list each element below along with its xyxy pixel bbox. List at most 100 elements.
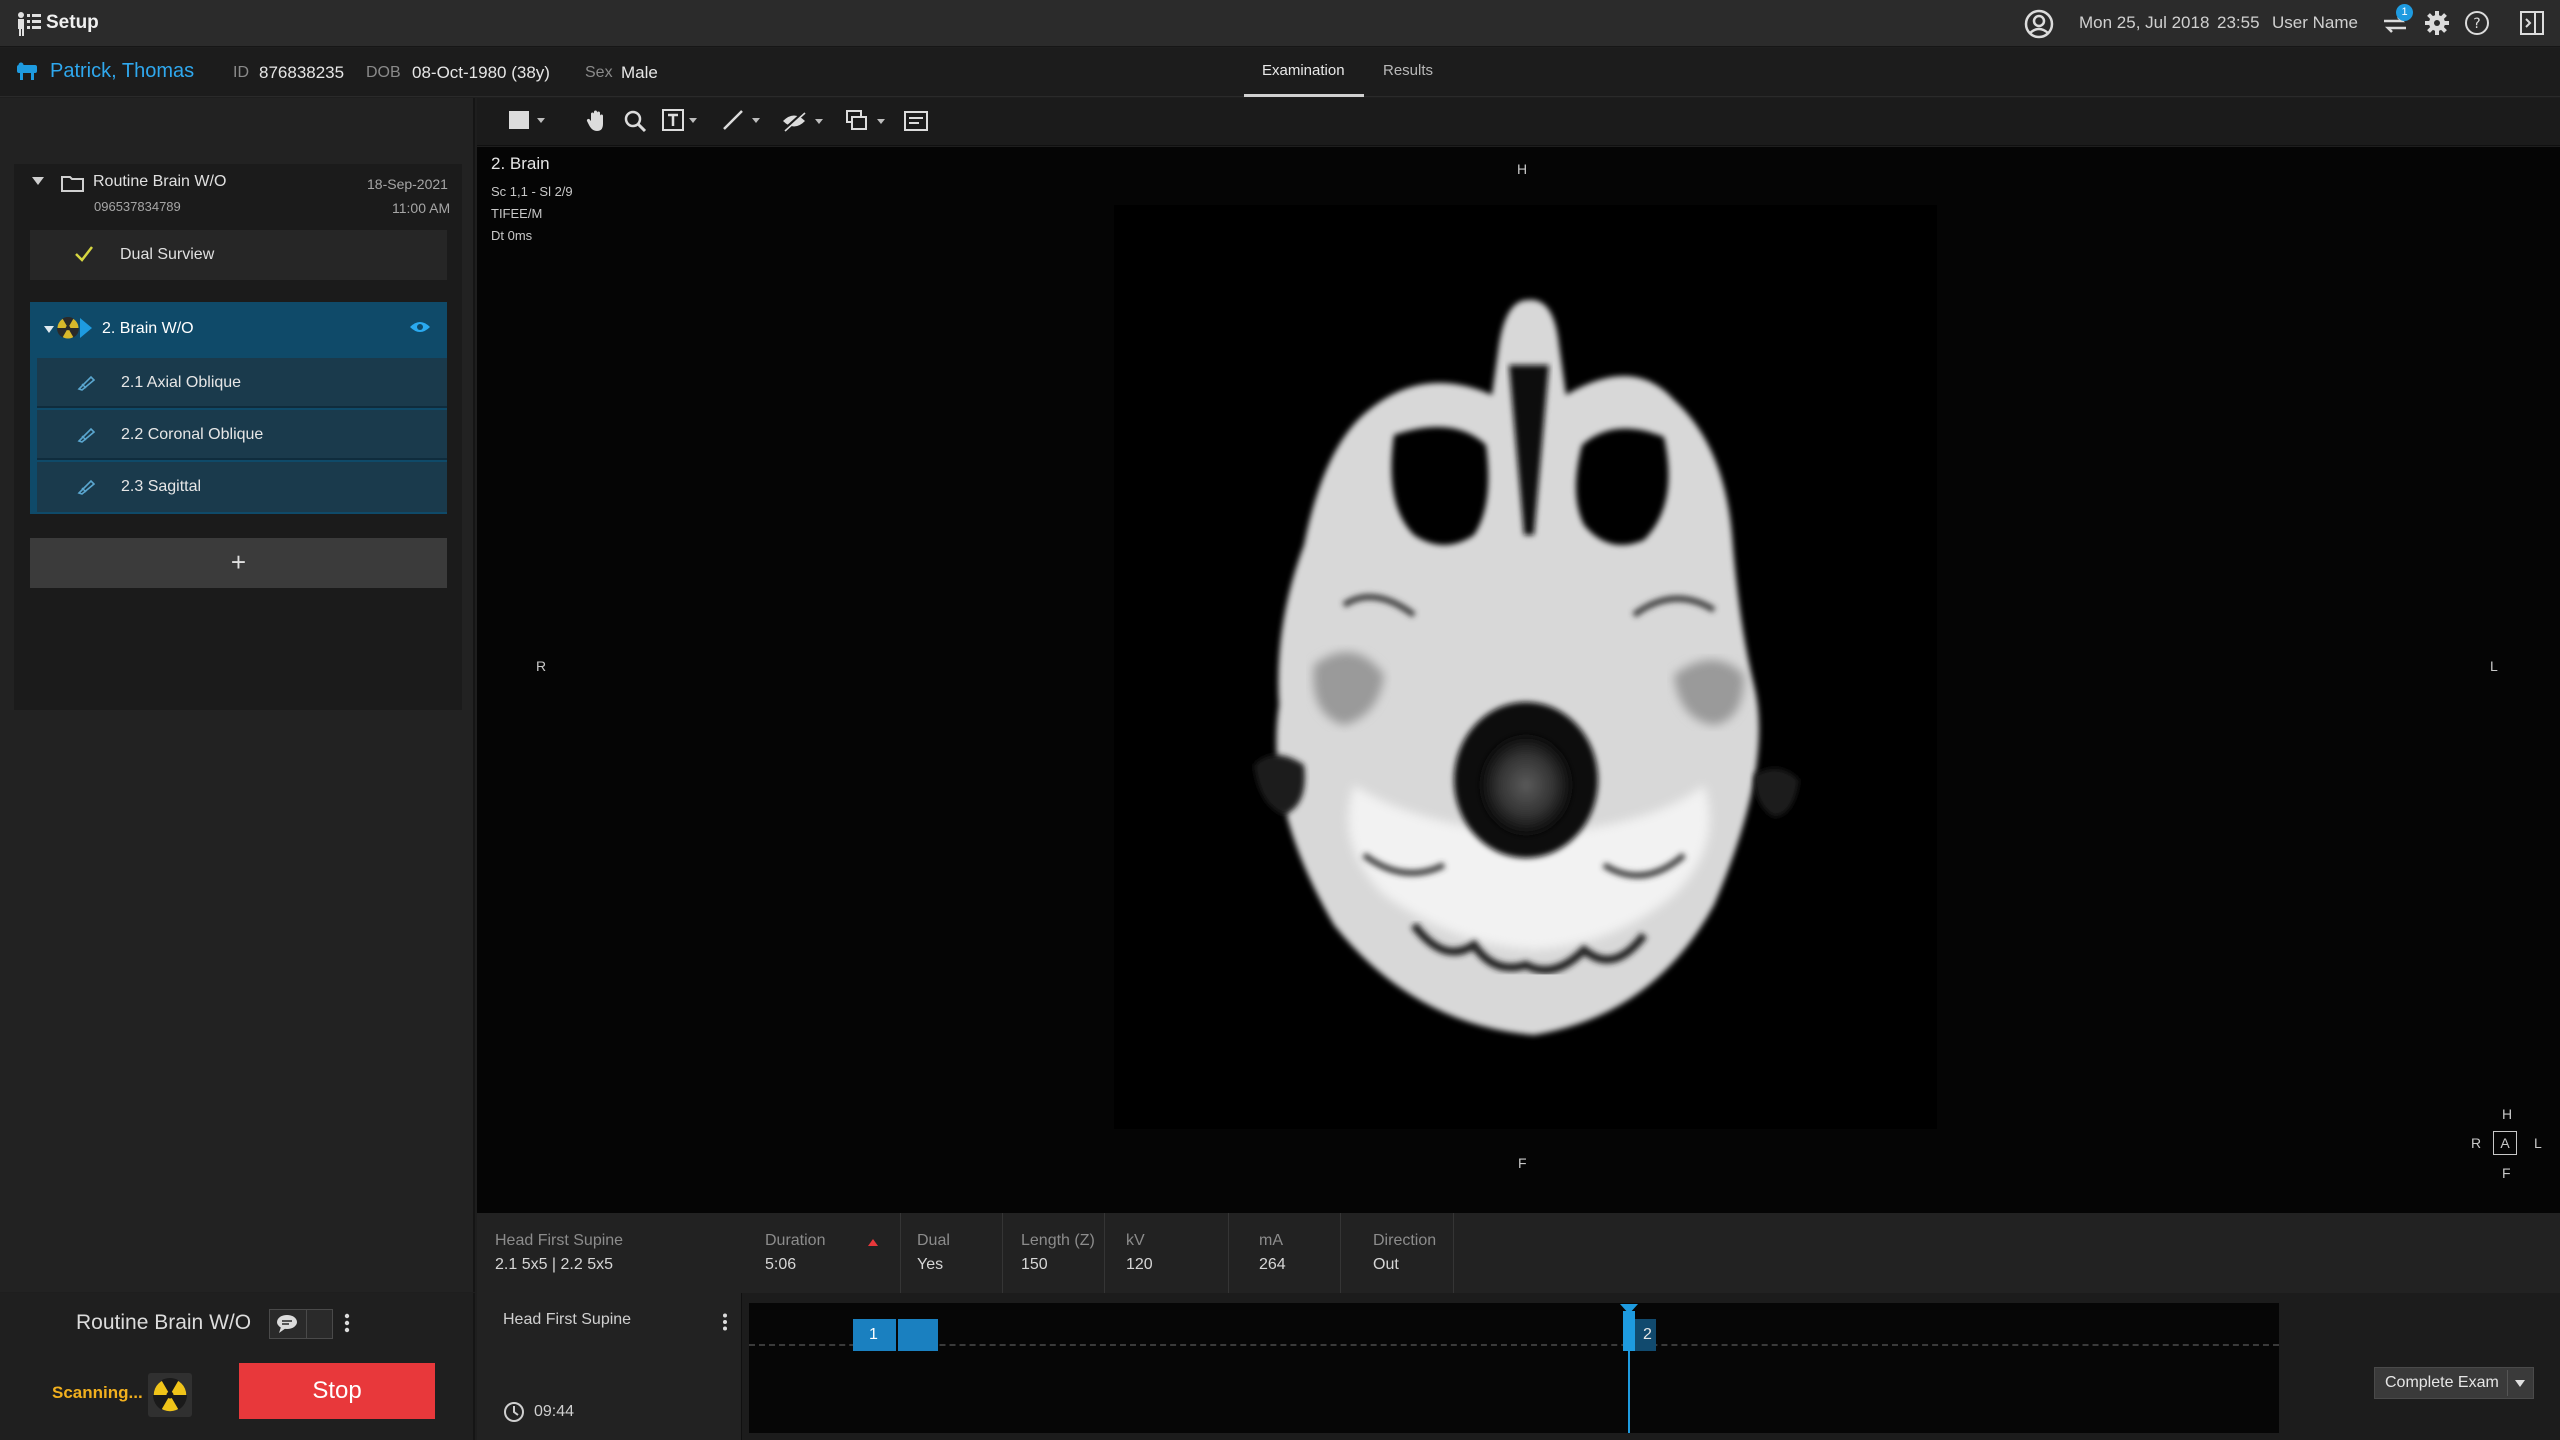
timeline-track[interactable]: 1 2 xyxy=(749,1303,2279,1433)
scan-block-1-part[interactable] xyxy=(898,1319,938,1351)
complete-exam-button[interactable]: Complete Exam xyxy=(2374,1367,2534,1399)
clock-icon xyxy=(503,1401,525,1423)
cube-right-label: R xyxy=(2471,1135,2482,1151)
user-name[interactable]: User Name xyxy=(2272,13,2358,33)
scan-parameters: Head First Supine 2.1 5x5 | 2.2 5x5 Dura… xyxy=(477,1213,2560,1293)
orientation-right: L xyxy=(2490,658,2498,674)
orientation-left: R xyxy=(536,658,547,674)
direction-value: Out xyxy=(1373,1256,1399,1273)
pan-hand-icon[interactable] xyxy=(586,109,608,133)
notification-badge: 1 xyxy=(2396,4,2413,21)
layout-icon[interactable] xyxy=(509,111,545,131)
sub-scan-row[interactable]: 2.1 Axial Oblique xyxy=(37,358,447,408)
ma-value: 264 xyxy=(1259,1256,1286,1273)
duration-value: 5:06 xyxy=(765,1256,797,1273)
param-dual[interactable]: Dual Yes xyxy=(901,1213,1003,1293)
param-direction[interactable]: Direction Out xyxy=(1341,1213,1454,1293)
kv-value: 120 xyxy=(1126,1256,1153,1273)
active-scan-row[interactable]: 2. Brain W/O xyxy=(30,302,447,354)
patient-name[interactable]: Patrick, Thomas xyxy=(50,60,194,83)
measure-line-icon[interactable] xyxy=(722,109,762,131)
play-icon[interactable] xyxy=(80,318,92,338)
dob-label: DOB xyxy=(366,64,401,81)
stop-button[interactable]: Stop xyxy=(239,1363,435,1419)
length-value: 150 xyxy=(1021,1256,1048,1273)
position-value: 2.1 5x5 | 2.2 5x5 xyxy=(495,1256,614,1273)
comment-toggle[interactable] xyxy=(269,1309,333,1339)
scanning-status: Scanning... xyxy=(52,1383,143,1402)
scan-geometry-icon xyxy=(77,375,95,391)
dual-value: Yes xyxy=(917,1256,944,1273)
param-ma[interactable]: mA 264 xyxy=(1229,1213,1341,1293)
param-length[interactable]: Length (Z) 150 xyxy=(1003,1213,1105,1293)
panel-toggle-icon[interactable] xyxy=(2519,10,2545,36)
sequence-info: TIFEE/M xyxy=(491,206,543,221)
more-options-icon[interactable] xyxy=(344,1313,350,1333)
param-kv[interactable]: kV 120 xyxy=(1105,1213,1229,1293)
sub-scan-label: 2.2 Coronal Oblique xyxy=(121,426,264,443)
complete-exam-label: Complete Exam xyxy=(2385,1374,2499,1391)
patient-id: 876838235 xyxy=(259,63,345,82)
exam-title[interactable]: Routine Brain W/O xyxy=(93,173,226,191)
tab-results[interactable]: Results xyxy=(1383,62,1433,79)
image-text-icon[interactable] xyxy=(904,110,928,132)
add-scan-button[interactable]: + xyxy=(30,538,447,588)
tab-examination[interactable]: Examination xyxy=(1262,62,1345,79)
duration-label: Duration xyxy=(765,1232,826,1249)
timeline-baseline xyxy=(749,1344,2279,1346)
eye-icon[interactable] xyxy=(409,320,431,334)
timeline-position: Head First Supine xyxy=(503,1311,632,1328)
dual-label: Dual xyxy=(917,1232,950,1249)
chevron-down-icon[interactable] xyxy=(44,326,54,333)
more-options-icon[interactable] xyxy=(722,1313,728,1331)
scan-geometry-icon xyxy=(77,479,95,495)
exam-name: Routine Brain W/O xyxy=(76,1311,252,1334)
exam-accession: 096537834789 xyxy=(94,199,181,214)
image-layout-icon[interactable] xyxy=(846,110,890,132)
active-scan-label: 2. Brain W/O xyxy=(102,320,194,337)
radiation-icon xyxy=(57,317,79,339)
image-viewport[interactable]: 2. Brain Sc 1,1 - Sl 2/9 TIFEE/M Dt 0ms … xyxy=(477,147,2560,1213)
chevron-down-icon[interactable] xyxy=(2515,1380,2525,1387)
radiation-status-icon[interactable] xyxy=(2024,9,2054,39)
app-title: Setup xyxy=(46,12,99,33)
surview-row[interactable]: Dual Surview xyxy=(30,230,447,280)
text-annotation-icon[interactable] xyxy=(662,109,698,131)
orientation-top: H xyxy=(1517,161,1528,177)
param-duration[interactable]: Duration 5:06 xyxy=(745,1213,901,1293)
svg-text:?: ? xyxy=(2473,16,2480,32)
sex-label: Sex xyxy=(585,64,613,81)
check-icon xyxy=(74,245,94,263)
current-time: 23:55 xyxy=(2217,13,2260,32)
sub-scan-row[interactable]: 2.3 Sagittal xyxy=(37,462,447,512)
patient-table-icon xyxy=(16,62,38,82)
orientation-cube[interactable]: A xyxy=(2493,1131,2517,1155)
exam-tree: Routine Brain W/O 096537834789 18-Sep-20… xyxy=(14,164,462,710)
timeline-sidebar: Head First Supine 09:44 xyxy=(477,1293,742,1440)
zoom-icon[interactable] xyxy=(623,109,647,133)
viewer-toolbar xyxy=(477,98,2560,146)
folder-icon xyxy=(61,174,85,192)
patient-bar: Patrick, Thomas ID 876838235 DOB 08-Oct-… xyxy=(0,48,2560,97)
sub-scan-row[interactable]: 2.2 Coronal Oblique xyxy=(37,410,447,460)
length-label: Length (Z) xyxy=(1021,1232,1095,1249)
series-title: 2. Brain xyxy=(491,154,550,173)
gear-icon[interactable] xyxy=(2424,10,2450,36)
comment-icon xyxy=(276,1314,298,1334)
chevron-down-icon[interactable] xyxy=(32,177,44,185)
playhead-line xyxy=(1628,1319,1630,1433)
hide-overlay-icon[interactable] xyxy=(782,110,826,132)
cube-head-label: H xyxy=(2502,1106,2513,1122)
patient-dob: 08-Oct-1980 (38y) xyxy=(412,63,550,82)
active-tab-indicator xyxy=(1244,94,1364,97)
exam-time: 11:00 AM xyxy=(392,200,451,216)
help-icon[interactable]: ? xyxy=(2464,10,2490,36)
sub-scan-label: 2.3 Sagittal xyxy=(121,478,202,495)
delay-info: Dt 0ms xyxy=(491,228,533,243)
radiation-icon xyxy=(153,1378,187,1412)
param-position[interactable]: Head First Supine 2.1 5x5 | 2.2 5x5 xyxy=(477,1213,745,1293)
elapsed-timer: 09:44 xyxy=(534,1403,575,1420)
scan-block-1[interactable]: 1 xyxy=(853,1319,896,1351)
ct-image[interactable] xyxy=(1114,205,1937,1129)
current-date: Mon 25, Jul 2018 xyxy=(2079,13,2210,32)
